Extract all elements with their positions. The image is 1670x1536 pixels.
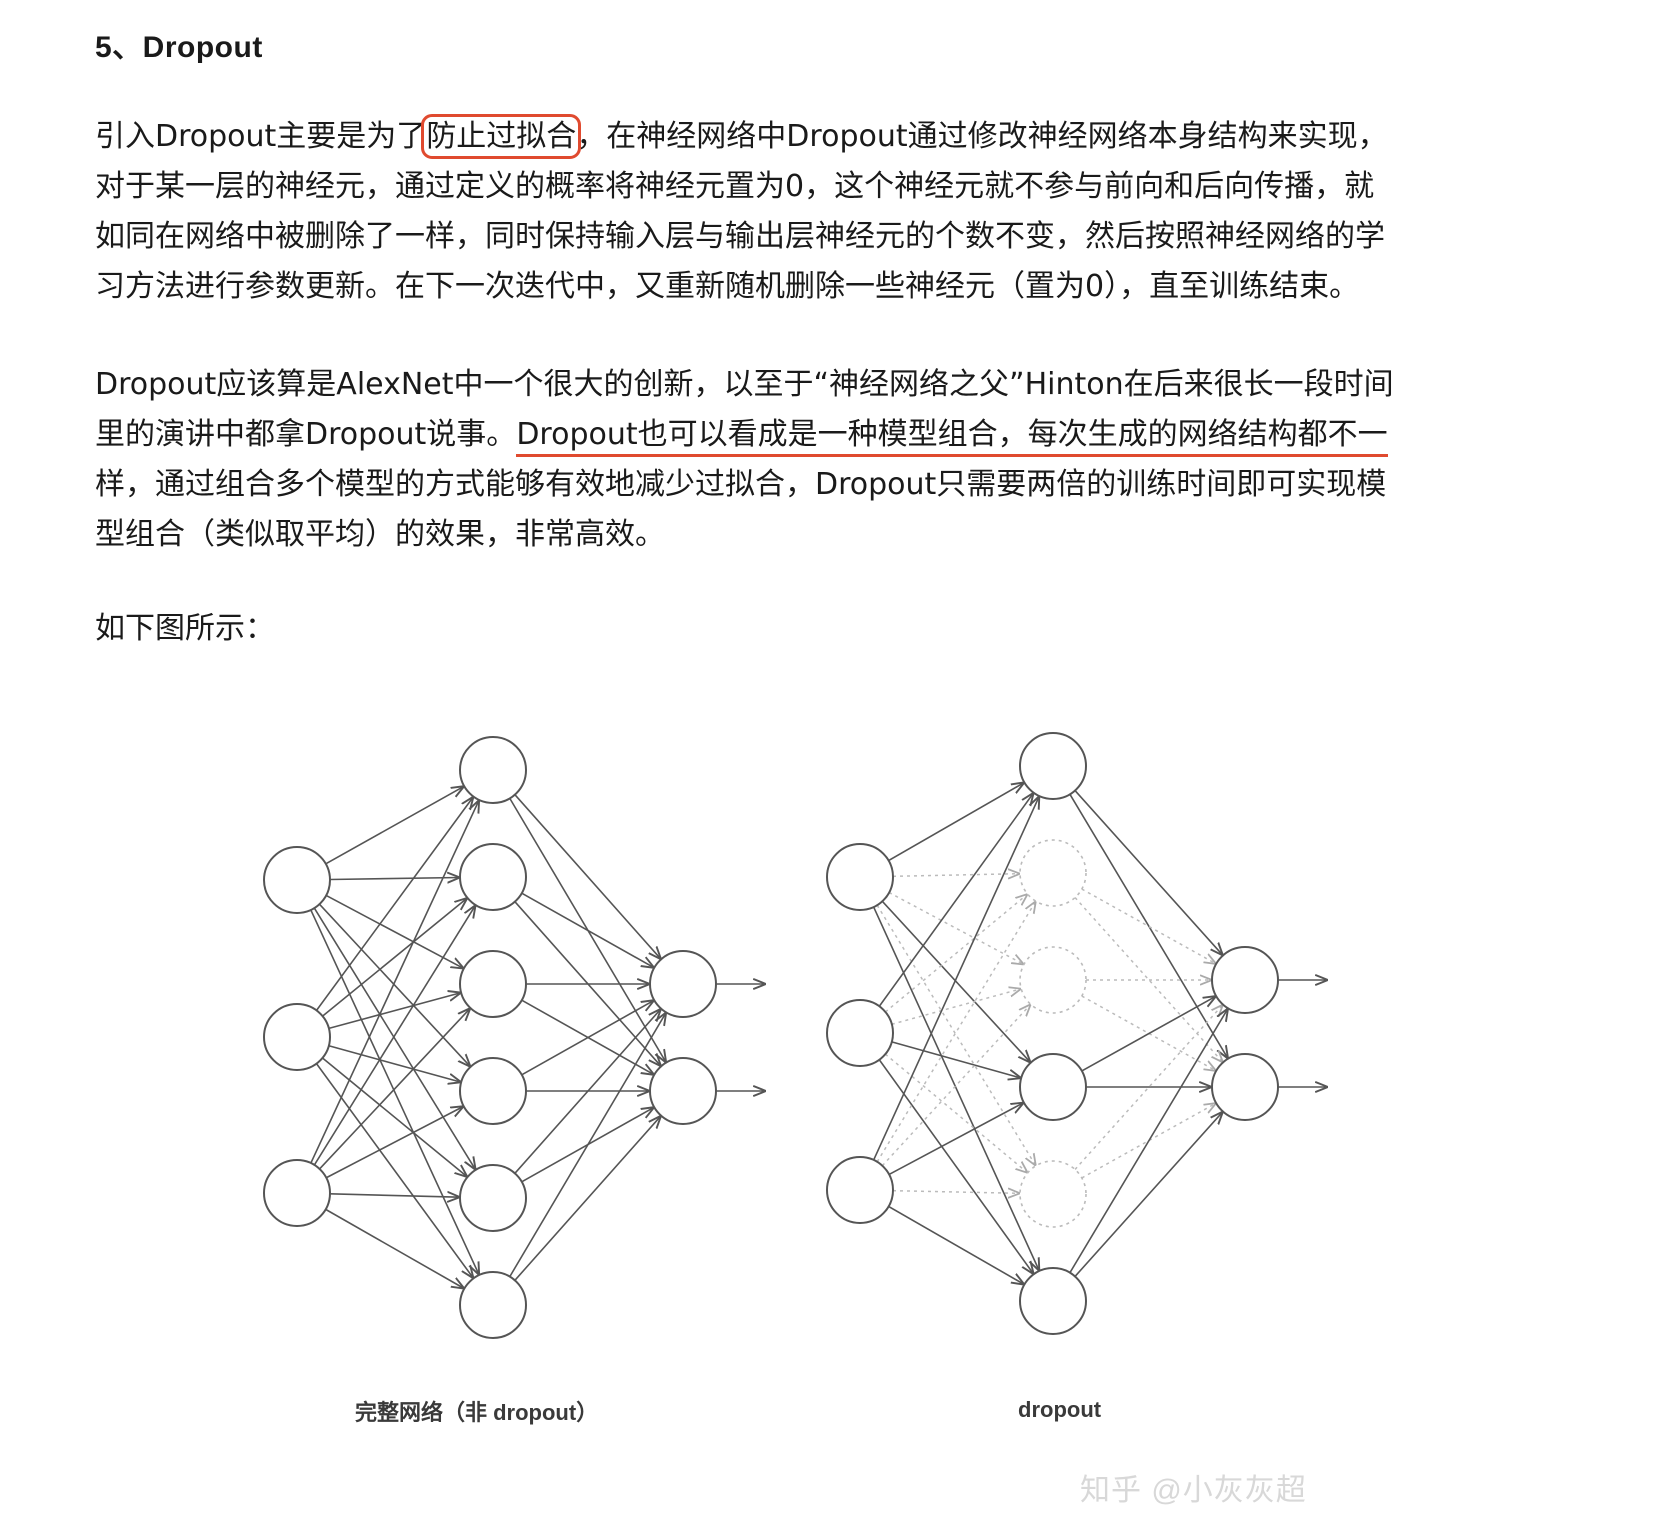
output-neuron [649, 950, 717, 1018]
network-nodes [263, 732, 1279, 1339]
input-neuron [826, 1156, 894, 1224]
input-neuron [263, 1003, 331, 1071]
dropped-connection [891, 989, 1021, 1025]
connection [872, 906, 1040, 1271]
hidden-neuron [1019, 1267, 1087, 1335]
connection [313, 905, 475, 1166]
dropped-connection [892, 874, 1020, 877]
connection [1069, 793, 1228, 1058]
paragraph-intro: 引入Dropout主要是为了防止过拟合，在神经网络中Dropout通过修改神经网… [95, 112, 1515, 312]
dropped-connection [892, 1191, 1020, 1194]
dropped-neuron [1019, 1160, 1087, 1228]
highlight-box-overfitting: 防止过拟合 [421, 114, 582, 159]
connection [1074, 790, 1223, 956]
connection [328, 1044, 461, 1082]
article-page: 5、Dropout 引入Dropout主要是为了防止过拟合，在神经网络中Drop… [0, 0, 1670, 1536]
connection [318, 903, 470, 1067]
dropped-neuron [1019, 839, 1087, 907]
hidden-neuron [459, 950, 527, 1018]
input-neuron [263, 1159, 331, 1227]
connection [325, 1208, 465, 1288]
underline-model-combination: Dropout也可以看成是一种模型组合，每次生成的网络结构都不一 [516, 417, 1388, 457]
hidden-neuron [459, 1164, 527, 1232]
connection [521, 892, 654, 968]
output-neuron [1211, 1053, 1279, 1121]
dropped-connection [876, 901, 1036, 1163]
connection [318, 1008, 471, 1170]
connection [1069, 1008, 1228, 1274]
paragraph-intro-line-3: 如同在网络中被删除了一样，同时保持输入层与输出层神经元的个数不变，然后按照神经网… [95, 219, 1385, 254]
hidden-neuron [1019, 1053, 1087, 1121]
dropped-connection [881, 1004, 1030, 1167]
connection [888, 782, 1025, 862]
hidden-neuron [459, 1271, 527, 1339]
figure-caption-dropout: dropout [1018, 1397, 1102, 1422]
connection [1074, 1112, 1223, 1277]
connection [514, 1116, 661, 1281]
hidden-neuron [1019, 732, 1087, 800]
paragraph-alexnet-line-4: 型组合（类似取平均）的效果，非常高效。 [95, 517, 665, 552]
output-neuron [1211, 946, 1279, 1014]
paragraph-alexnet-line-3: 样，通过组合多个模型的方式能够有效地减少过拟合，Dropout只需要两倍的训练时… [95, 467, 1387, 502]
connection [310, 909, 479, 1275]
connection [891, 1041, 1021, 1078]
watermark: 知乎 @小灰灰超 [1080, 1474, 1307, 1507]
connection [329, 1194, 460, 1197]
paragraph-figure-intro: 如下图所示： [95, 611, 275, 646]
text-segment: 里的演讲中都拿Dropout说事。 [95, 417, 517, 452]
paragraph-intro-line-1: 引入Dropout主要是为了防止过拟合，在神经网络中Dropout通过修改神经网… [95, 112, 1515, 162]
dropout-figure [263, 732, 1328, 1339]
connection [888, 1205, 1025, 1284]
dropped-neuron [1019, 946, 1087, 1014]
text-segment: ，在神经网络中Dropout通过修改神经网络本身结构来实现， [576, 119, 1388, 154]
connection [328, 993, 461, 1030]
input-neuron [826, 999, 894, 1067]
figure-caption-full-network: 完整网络（非 dropout） [355, 1400, 599, 1425]
paragraph-alexnet-line-2: 里的演讲中都拿Dropout说事。Dropout也可以看成是一种模型组合，每次生… [95, 410, 1515, 460]
paragraph-intro-line-4: 习方法进行参数更新。在下一次迭代中，又重新随机删除一些神经元（置为0），直至训练… [95, 269, 1360, 304]
hidden-neuron [459, 1057, 527, 1125]
input-neuron [263, 846, 331, 914]
connection [881, 900, 1030, 1062]
connection [509, 1012, 666, 1278]
connection [325, 786, 464, 865]
input-neuron [826, 843, 894, 911]
connection [310, 800, 479, 1164]
paragraph-intro-line-2: 对于某一层的神经元，通过定义的概率将神经元置为0，这个神经元就不参与前向和后向传… [95, 169, 1375, 204]
connection [329, 878, 460, 880]
connection [514, 794, 661, 960]
text-segment: 引入Dropout主要是为了 [95, 119, 427, 154]
dropped-connection [876, 904, 1036, 1166]
connection [872, 796, 1040, 1161]
section-heading: 5、Dropout [95, 31, 263, 64]
paragraph-alexnet: Dropout应该算是AlexNet中一个很大的创新，以至于“神经网络之父”Hi… [95, 360, 1515, 560]
hidden-neuron [459, 843, 527, 911]
hidden-neuron [459, 736, 527, 804]
output-neuron [649, 1057, 717, 1125]
paragraph-alexnet-line-1: Dropout应该算是AlexNet中一个很大的创新，以至于“神经网络之父”Hi… [95, 367, 1394, 402]
connection [313, 907, 475, 1170]
